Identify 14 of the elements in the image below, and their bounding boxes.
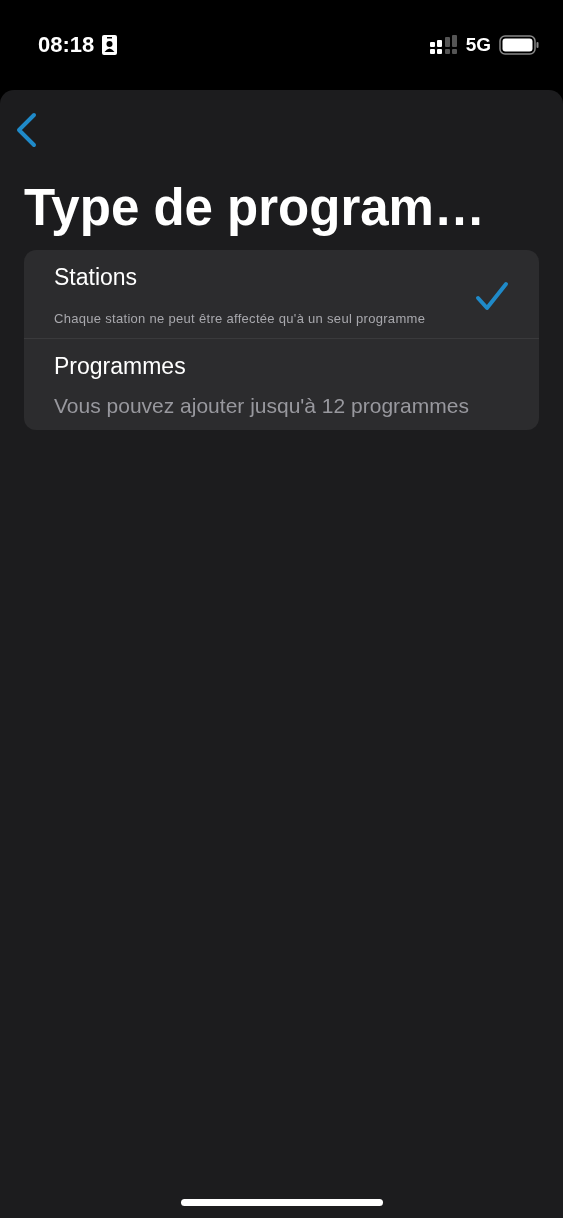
option-description: Chaque station ne peut être affectée qu'à un seul programme [54,311,427,327]
option-label: Stations [54,266,139,290]
option-description: Vous pouvez ajouter jusqu'à 12 programmes [54,394,470,419]
option-row[interactable]: Stations Chaque station ne peut être affectée qu'à un seul programme [24,250,539,340]
network-type: 5G [465,34,491,56]
option-row[interactable]: Programmes Vous pouvez ajouter jusqu'à 12 programmes [24,339,539,431]
status-time: 08:18 [38,32,95,58]
battery-icon [499,35,539,55]
back-button[interactable] [14,112,38,148]
option-label: Programmes [54,355,187,379]
chevron-left-icon [14,112,38,148]
page-title: Type de program… [24,180,486,237]
signal-icon [429,35,458,55]
contact-card-icon [102,35,118,55]
